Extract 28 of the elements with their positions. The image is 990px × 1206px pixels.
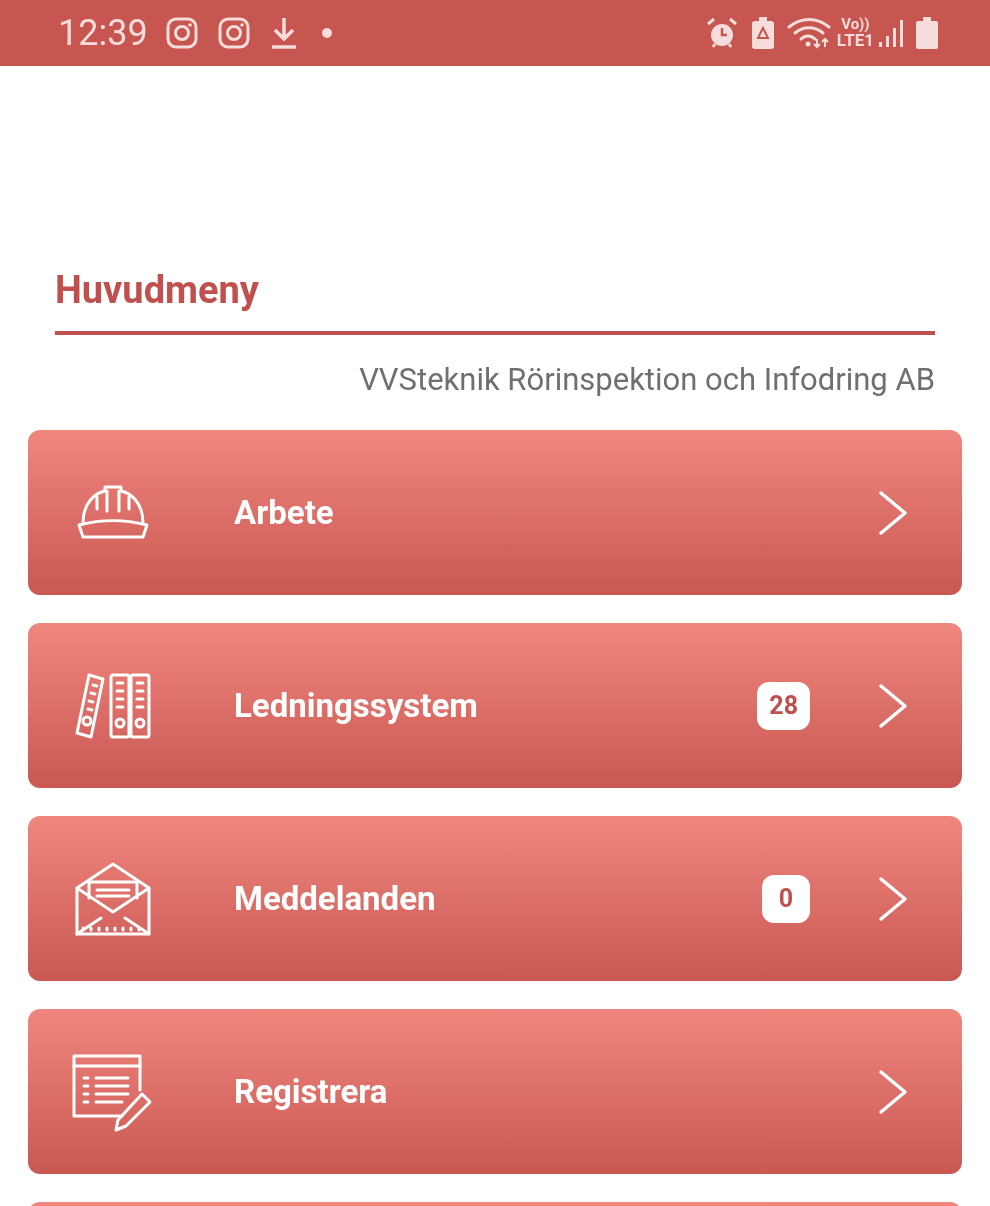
chevron-right-icon (878, 1068, 908, 1115)
signal-icon (878, 18, 904, 48)
count-badge: 28 (757, 681, 810, 730)
network-type-label: LTE1 (836, 32, 874, 49)
page-title: Huvudmeny (55, 267, 260, 313)
chevron-right-icon (878, 489, 908, 536)
alarm-clock-icon (704, 16, 739, 50)
company-name: VVSteknik Rörinspektion och Infodring AB (359, 362, 935, 398)
notification-dot-icon (321, 28, 332, 38)
menu-item[interactable]: Meddelanden 0 (28, 816, 962, 981)
menu-label: Ledningssystem (234, 684, 479, 727)
clock-time: 12:39 (58, 15, 148, 51)
camera-app-icon (165, 17, 198, 49)
wifi-icon (786, 17, 831, 49)
volte-label: Vo)) (841, 17, 870, 32)
menu-label: Meddelanden (234, 877, 437, 920)
download-icon (269, 16, 298, 50)
menu-item[interactable]: Ledningssystem 28 (28, 623, 962, 788)
menu-item[interactable]: Arbete (28, 430, 962, 595)
chevron-right-icon (878, 682, 908, 729)
count-badge: 0 (762, 874, 810, 923)
battery-saver-icon (750, 16, 775, 50)
camera-app-icon (217, 17, 250, 49)
menu-item[interactable]: Registrera (28, 1009, 962, 1174)
battery-icon (916, 17, 938, 49)
menu-label: Arbete (234, 491, 335, 534)
menu-label: Registrera (234, 1070, 389, 1113)
chevron-right-icon (878, 875, 908, 922)
